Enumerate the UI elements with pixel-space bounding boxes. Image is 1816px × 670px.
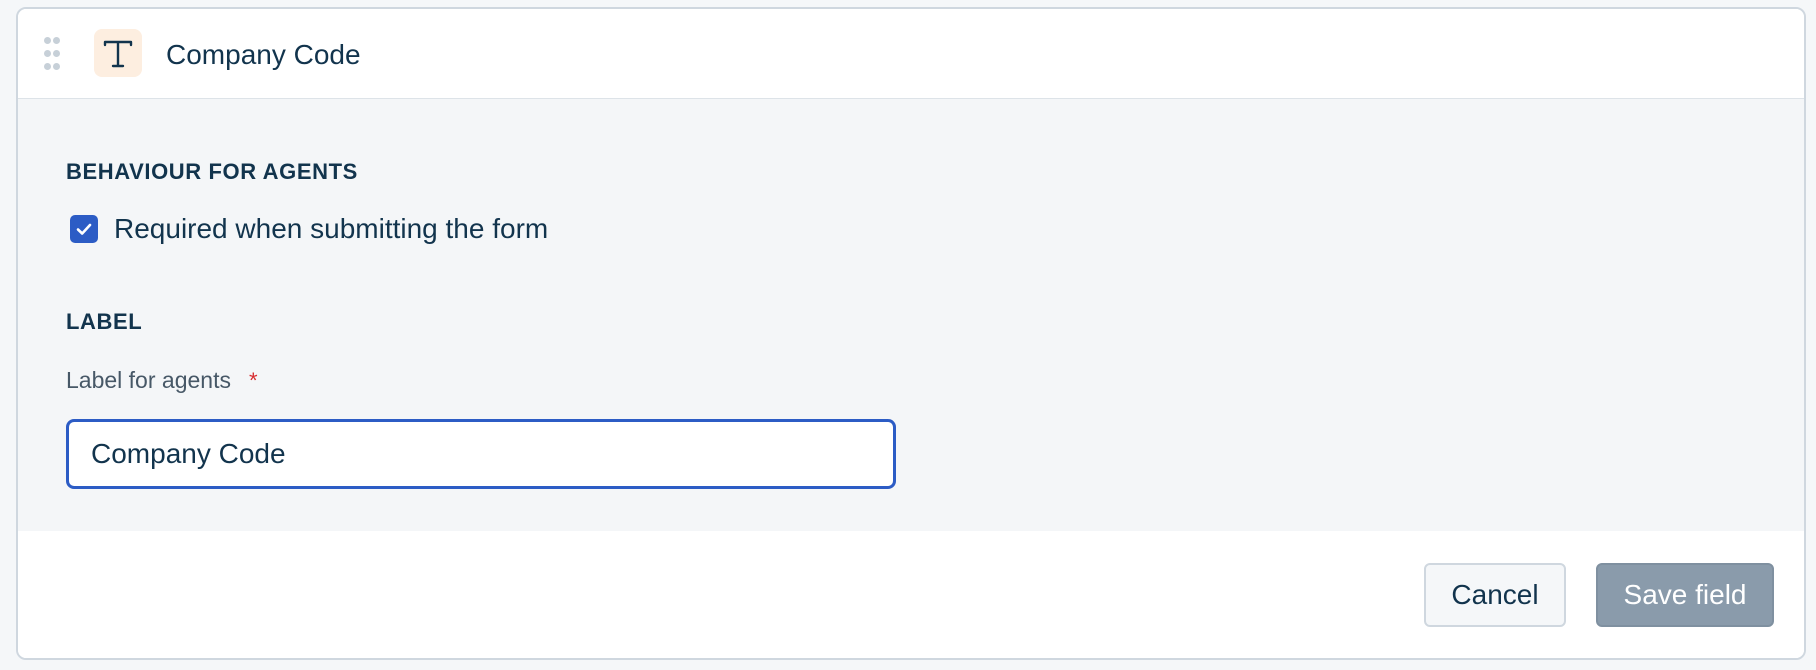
required-checkbox-label: Required when submitting the form xyxy=(114,213,549,244)
checkmark-icon xyxy=(76,223,92,235)
form-footer: Cancel Save field xyxy=(18,531,1804,658)
cancel-button[interactable]: Cancel xyxy=(1424,563,1566,627)
field-title: Company Code xyxy=(166,39,361,70)
required-checkbox-row[interactable]: Required when submitting the form xyxy=(70,213,548,245)
label-heading: LABEL xyxy=(66,309,143,334)
text-type-icon xyxy=(94,29,142,77)
field-editor-card: Company Code BEHAVIOUR FOR AGENTS Requir… xyxy=(16,7,1806,660)
behaviour-heading: BEHAVIOUR FOR AGENTS xyxy=(66,159,358,184)
drag-handle-icon[interactable] xyxy=(44,37,60,71)
field-settings-panel: BEHAVIOUR FOR AGENTS Required when submi… xyxy=(18,99,1804,535)
save-field-button[interactable]: Save field xyxy=(1596,563,1774,627)
field-label-text: Label for agents xyxy=(66,367,231,393)
label-for-agents-input[interactable] xyxy=(66,419,896,489)
required-asterisk: * xyxy=(248,367,258,393)
field-header: Company Code xyxy=(18,9,1804,99)
required-checkbox[interactable] xyxy=(70,215,98,243)
label-for-agents-label: Label for agents * xyxy=(66,367,258,394)
